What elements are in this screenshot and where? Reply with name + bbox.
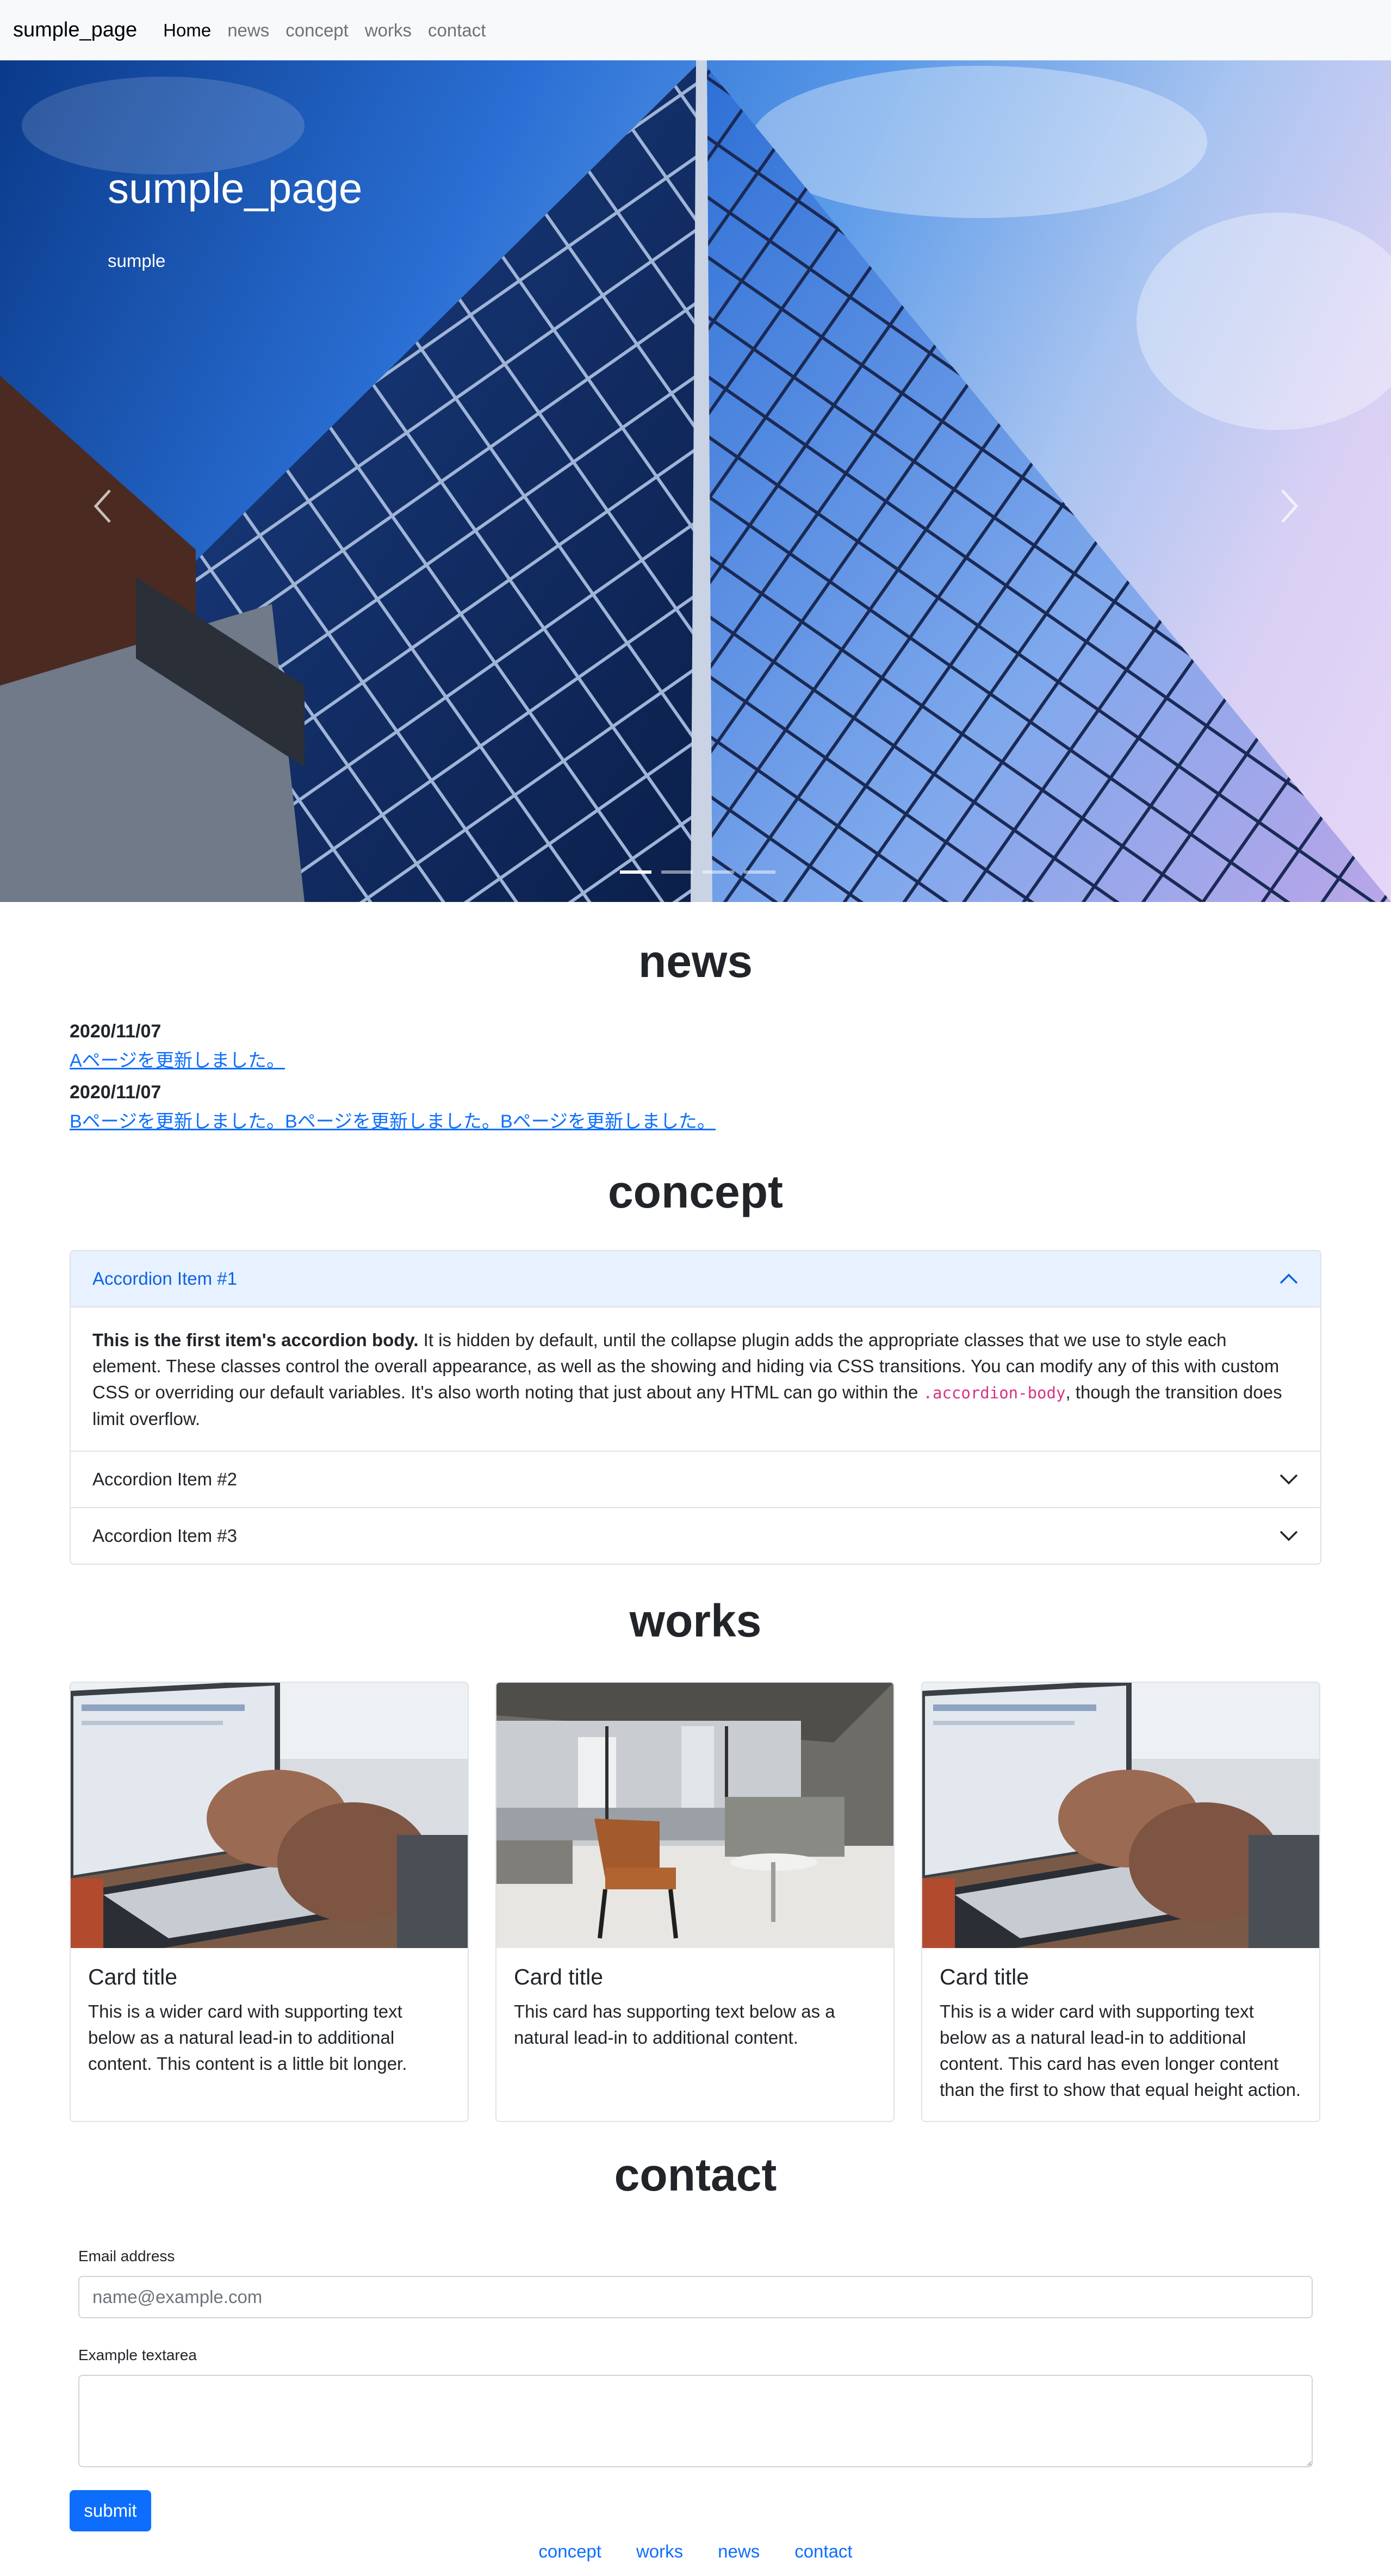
submit-button[interactable]: submit xyxy=(70,2490,151,2531)
work-card[interactable]: Card title This is a wider card with sup… xyxy=(921,1682,1320,2122)
card-text: This is a wider card with supporting tex… xyxy=(88,2001,407,2074)
carousel-indicator[interactable] xyxy=(703,870,734,874)
accordion-item: Accordion Item #1 This is the first item… xyxy=(71,1251,1320,1451)
nav-link-works[interactable]: works xyxy=(365,20,412,41)
carousel-prev-button[interactable] xyxy=(82,452,125,561)
laptop-typing-photo xyxy=(922,1683,1319,1948)
textarea-label: Example textarea xyxy=(78,2347,197,2363)
news-title: news xyxy=(638,936,753,987)
concept-title: concept xyxy=(607,1166,784,1217)
accordion-body-strong: This is the first item's accordion body. xyxy=(92,1330,419,1350)
footer-nav: concept works news contact xyxy=(0,2541,1391,2562)
footer-link-concept[interactable]: concept xyxy=(538,2541,601,2562)
navbar: sumple_page Home news concept works cont… xyxy=(0,0,1391,60)
news-item: 2020/11/07 Aページを更新しました。 xyxy=(70,1021,285,1072)
chevron-left-icon xyxy=(94,489,111,523)
accordion-body: This is the first item's accordion body.… xyxy=(71,1308,1320,1451)
nav-link-contact[interactable]: contact xyxy=(428,20,486,41)
navbar-brand[interactable]: sumple_page xyxy=(13,18,137,42)
news-link[interactable]: Aページを更新しました。 xyxy=(70,1046,285,1072)
footer-link-works[interactable]: works xyxy=(636,2541,683,2562)
news-item: 2020/11/07 Bページを更新しました。Bページを更新しました。Bページを… xyxy=(70,1082,716,1133)
lounge-chair-photo xyxy=(496,1683,893,1948)
accordion-item: Accordion Item #2 xyxy=(71,1451,1320,1507)
hero-carousel: sumple_page sumple xyxy=(0,60,1391,902)
news-date: 2020/11/07 xyxy=(70,1082,162,1103)
carousel-indicator[interactable] xyxy=(620,870,651,874)
card-text: This is a wider card with supporting tex… xyxy=(940,2001,1301,2100)
email-field[interactable] xyxy=(78,2276,1313,2318)
card-body: Card title This card has supporting text… xyxy=(496,1948,893,2067)
carousel-indicators xyxy=(620,870,775,874)
accordion-header-2[interactable]: Accordion Item #2 xyxy=(71,1451,1320,1507)
news-link[interactable]: Bページを更新しました。Bページを更新しました。Bページを更新しました。 xyxy=(70,1106,716,1133)
contact-title: contact xyxy=(614,2149,777,2200)
work-card[interactable]: Card title This is a wider card with sup… xyxy=(70,1682,469,2122)
card-title: Card title xyxy=(940,1964,1029,1989)
accordion-header-3[interactable]: Accordion Item #3 xyxy=(71,1507,1320,1564)
chevron-down-icon xyxy=(1280,1474,1298,1485)
accordion: Accordion Item #1 This is the first item… xyxy=(70,1250,1321,1565)
hero-title: sumple_page xyxy=(108,164,363,212)
card-body: Card title This is a wider card with sup… xyxy=(922,1948,1319,2119)
nav-link-home[interactable]: Home xyxy=(163,20,211,41)
card-title: Card title xyxy=(88,1964,178,1989)
accordion-header-1[interactable]: Accordion Item #1 xyxy=(71,1251,1320,1308)
accordion-label: Accordion Item #2 xyxy=(92,1469,237,1489)
carousel-next-button[interactable] xyxy=(1267,452,1311,561)
chevron-right-icon xyxy=(1281,489,1299,523)
news-date: 2020/11/07 xyxy=(70,1021,162,1042)
nav-link-news[interactable]: news xyxy=(227,20,269,41)
nav-link-concept[interactable]: concept xyxy=(285,20,349,41)
accordion-item: Accordion Item #3 xyxy=(71,1507,1320,1564)
card-body: Card title This is a wider card with sup… xyxy=(71,1948,468,2093)
works-title: works xyxy=(629,1595,762,1646)
email-label: Email address xyxy=(78,2248,175,2264)
carousel-indicator[interactable] xyxy=(661,870,693,874)
accordion-body-code: .accordion-body xyxy=(923,1384,1066,1402)
card-title: Card title xyxy=(514,1964,604,1989)
message-textarea[interactable] xyxy=(78,2375,1313,2467)
footer-link-contact[interactable]: contact xyxy=(794,2541,852,2562)
carousel-indicator[interactable] xyxy=(744,870,775,874)
footer-link-news[interactable]: news xyxy=(718,2541,760,2562)
chevron-down-icon xyxy=(1280,1530,1298,1541)
chevron-up-icon xyxy=(1280,1273,1298,1284)
card-text: This card has supporting text below as a… xyxy=(514,2001,835,2048)
laptop-typing-photo xyxy=(71,1683,468,1948)
accordion-label: Accordion Item #1 xyxy=(92,1268,237,1289)
hero-subtitle: sumple xyxy=(108,251,166,271)
accordion-label: Accordion Item #3 xyxy=(92,1526,237,1546)
work-card[interactable]: Card title This card has supporting text… xyxy=(495,1682,895,2122)
